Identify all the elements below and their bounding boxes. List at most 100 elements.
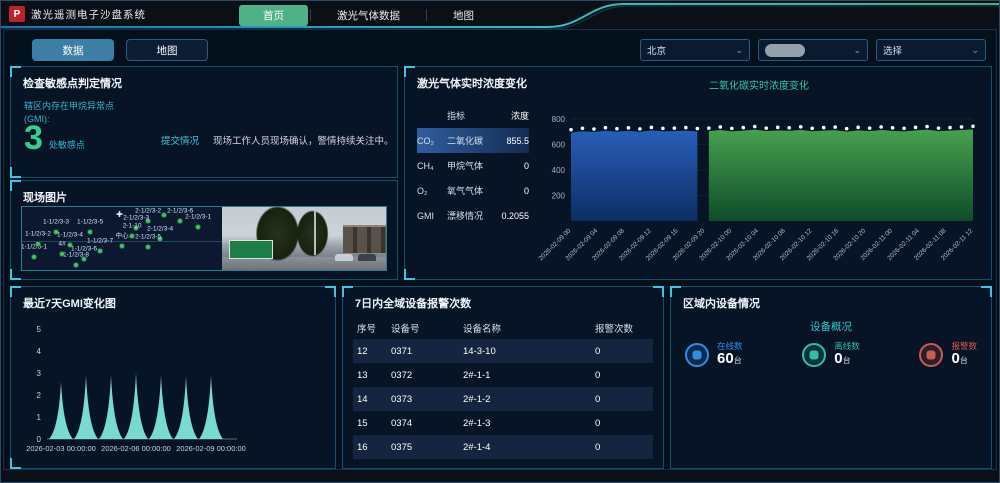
gas-value: 0 <box>493 186 529 196</box>
gas-name: 二氧化碳 <box>447 134 493 147</box>
map-marker[interactable]: 4# <box>59 251 65 257</box>
gas-table: 指标 浓度 CO₂二氧化碳855.5CH₄甲烷气体0O₂氧气气体0GMI漂移情况… <box>417 103 529 228</box>
sensitive-count-unit: 处敏感点 <box>49 138 85 151</box>
alarm-cell: 2#-1-2 <box>463 394 595 405</box>
marker-label: 4# <box>58 241 65 248</box>
marker-dot-icon <box>73 262 79 268</box>
device-stat-unit: 台 <box>843 356 851 365</box>
map-marker[interactable]: 2-1-10 <box>129 233 135 239</box>
svg-text:2: 2 <box>37 391 42 400</box>
gmi-week-panel: 最近7天GMI变化图 0123452026-02-03 00:00:002026… <box>10 286 336 469</box>
device-camera-icon <box>685 343 709 367</box>
filter-select-2[interactable]: ⌄ <box>758 39 868 61</box>
panel-title: 区域内设备情况 <box>671 287 991 313</box>
corner-decoration <box>10 167 21 178</box>
filter-selects: 北京⌄ ⌄ 选择⌄ <box>640 39 986 61</box>
device-camera-lens <box>693 350 702 359</box>
map-marker[interactable]: 中心 <box>119 243 125 249</box>
map-marker[interactable]: 1-1/2/3-5 <box>87 229 93 235</box>
marker-label: 2-1/2/3-3 <box>123 216 149 223</box>
gas-row[interactable]: CH₄甲烷气体0 <box>417 153 529 178</box>
alarm-cell: 0 <box>595 370 653 381</box>
device-camera-lens <box>927 350 936 359</box>
svg-text:600: 600 <box>552 141 566 150</box>
panel-title: 最近7天GMI变化图 <box>11 287 335 313</box>
photo-green-sign <box>229 240 274 258</box>
tab-separator <box>426 9 427 21</box>
gmi-chart-svg: 0123452026-02-03 00:00:002026-02-06 00:0… <box>17 315 331 465</box>
marker-label: 1-1/2/3-3 <box>43 220 69 227</box>
map-marker[interactable]: 1-1/2/3-7 <box>97 248 103 254</box>
filter-select-1[interactable]: 北京⌄ <box>640 39 750 61</box>
marker-label: 2-1/2/3-1 <box>185 215 211 222</box>
map-marker[interactable]: 1-1/2/3-1 <box>31 254 37 260</box>
alarm-cell: 0 <box>595 442 653 453</box>
header-swoosh-decoration <box>1 1 999 29</box>
sensitive-points-panel: 检查敏感点判定情况 辖区内存在甲烷异常点 (GMI): 3 处敏感点 提交情况 … <box>10 66 398 178</box>
marker-dot-icon <box>119 243 125 249</box>
site-map[interactable]: ✚ 1-1/2/3-11-1/2/3-21-1/2/3-31-1/2/3-41-… <box>22 207 222 270</box>
table-row[interactable]: 12037114-3-100 <box>353 339 653 363</box>
device-stats: 在线数60台离线数0台报警数0台 <box>685 342 977 368</box>
tab-3[interactable]: 地图 <box>429 5 498 26</box>
alarm-cell: 12 <box>353 346 391 357</box>
alarm-cell: 0 <box>595 346 653 357</box>
map-marker[interactable]: 1-1/2/3-8 <box>73 262 79 268</box>
bottom-bar <box>1 470 999 482</box>
gas-header-value: 浓度 <box>493 109 529 122</box>
gas-row[interactable]: O₂氧气气体0 <box>417 178 529 203</box>
gas-row[interactable]: GMI漂移情况0.2055 <box>417 203 529 228</box>
marker-label: 1-1/2/3-2 <box>25 231 51 238</box>
device-stat-unit: 台 <box>734 356 742 365</box>
device-camera-icon <box>919 343 943 367</box>
marker-dot-icon <box>87 229 93 235</box>
chevron-down-icon: ⌄ <box>853 46 861 55</box>
gas-name: 甲烷气体 <box>447 159 493 172</box>
street-photo[interactable] <box>222 207 386 270</box>
marker-label: 1-1/2/3-4 <box>57 232 83 239</box>
svg-text:3: 3 <box>37 369 42 378</box>
alarm-cell: 16 <box>353 442 391 453</box>
alarm-table: 序号设备号设备名称报警次数 12037114-3-1001303722#-1-1… <box>353 317 653 459</box>
table-row[interactable]: 1403732#-1-20 <box>353 387 653 411</box>
device-stat-value: 0台 <box>951 351 977 368</box>
top-header: P 激光遥测电子沙盘系统 首页激光气体数据地图 <box>1 1 999 29</box>
svg-text:800: 800 <box>552 115 566 124</box>
map-marker[interactable]: 2-1/2/3-5 <box>145 244 151 250</box>
table-row[interactable]: 1603752#-1-40 <box>353 435 653 459</box>
dashboard-page: { "header": { "logo_text": "P", "app_tit… <box>0 0 1000 483</box>
table-row[interactable]: 1303722#-1-10 <box>353 363 653 387</box>
sensitive-desc-line1: 辖区内存在甲烷异常点 <box>24 100 114 113</box>
device-stat-1: 在线数60台 <box>685 342 743 368</box>
svg-text:400: 400 <box>552 166 566 175</box>
submit-status: 提交情况 现场工作人员现场确认，警情持续关注中。 <box>161 133 394 147</box>
map-marker[interactable]: 2-1/2/3-6 <box>177 218 183 224</box>
map-marker[interactable]: 1-1/2/3-2 <box>35 241 41 247</box>
marker-label: 2-1-10 <box>123 223 142 230</box>
main-content: 数据 地图 北京⌄ ⌄ 选择⌄ 检查敏感点判定情况 辖区内存在甲烷异常点 (GMI)… <box>3 29 997 470</box>
data-button[interactable]: 数据 <box>32 39 114 61</box>
map-button[interactable]: 地图 <box>126 39 208 61</box>
panel-title: 现场图片 <box>11 181 397 207</box>
filter-select-3[interactable]: 选择⌄ <box>876 39 986 61</box>
sensitive-count: 3 <box>24 123 43 154</box>
alarm-cell: 0373 <box>391 394 463 405</box>
map-marker[interactable]: 2-1/2/3-7 <box>161 212 167 218</box>
gas-row[interactable]: CO₂二氧化碳855.5 <box>417 128 529 153</box>
device-camera-lens <box>810 350 819 359</box>
gas-concentration-panel: 激光气体实时浓度变化 指标 浓度 CO₂二氧化碳855.5CH₄甲烷气体0O₂氧… <box>404 66 992 280</box>
alarm-cell: 0374 <box>391 418 463 429</box>
gas-table-body: CO₂二氧化碳855.5CH₄甲烷气体0O₂氧气气体0GMI漂移情况0.2055 <box>417 128 529 228</box>
table-row[interactable]: 1503742#-1-30 <box>353 411 653 435</box>
map-marker[interactable]: 2-1/2/3-1 <box>195 224 201 230</box>
tab-2[interactable]: 激光气体数据 <box>313 5 424 26</box>
marker-label: 2-1/2/3-7 <box>151 207 177 209</box>
redacted-value <box>765 44 805 57</box>
alarm-count-panel: 7日内全域设备报警次数 序号设备号设备名称报警次数 12037114-3-100… <box>342 286 664 469</box>
tab-1[interactable]: 首页 <box>239 5 308 26</box>
alarm-cell: 2#-1-4 <box>463 442 595 453</box>
svg-text:1: 1 <box>37 413 42 422</box>
svg-text:2026-02-06 00:00:00: 2026-02-06 00:00:00 <box>101 444 171 453</box>
nav-tabs: 首页激光气体数据地图 <box>239 5 498 25</box>
marker-label: 2-1/2/3-5 <box>135 235 161 242</box>
